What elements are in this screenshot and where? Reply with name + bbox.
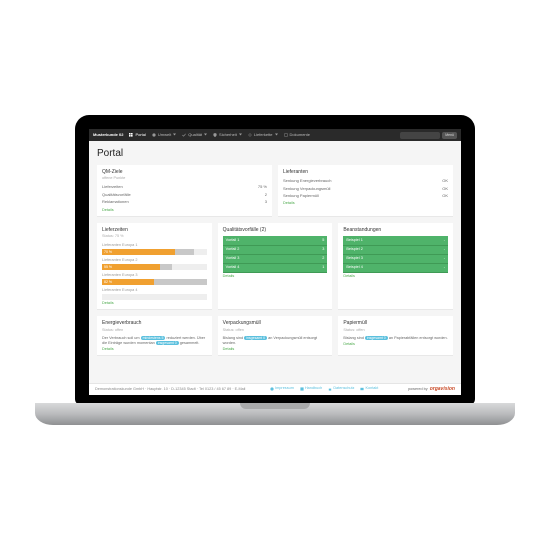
chevron-down-icon xyxy=(173,133,176,136)
footer-link[interactable]: Impressum xyxy=(270,386,294,391)
brand: Musterkunde 02 xyxy=(93,132,123,137)
panel-title: Lieferzeiten xyxy=(102,227,207,234)
chevron-down-icon xyxy=(239,133,242,136)
file-icon xyxy=(284,133,288,137)
value-badge: mindestens 5 xyxy=(141,336,166,340)
complaint-table: Beispiel 1- Beispiel 2- Beispiel 3- Beis… xyxy=(343,236,448,273)
kv-row: Qualitätsvorfälle2 xyxy=(102,192,267,197)
nav-item-qualitaet[interactable]: Qualität xyxy=(182,132,207,137)
panel-title: Beanstandungen xyxy=(343,227,448,234)
kv-row: Senkung PapiermüllOK xyxy=(283,193,448,198)
footer-link[interactable]: Datenschutz xyxy=(328,386,354,391)
vendor-logo: orgavision xyxy=(430,386,455,393)
panel-subtitle: Status: offen xyxy=(102,328,207,333)
details-link[interactable]: Details xyxy=(283,201,295,205)
footer-link[interactable]: Kontakt xyxy=(360,386,378,391)
panel-papier: Papiermüll Status: offen Bislang sind in… xyxy=(338,316,453,356)
footer-link[interactable]: Handbuch xyxy=(300,386,322,391)
panel-verpackung: Verpackungsmüll Status: offen Bislang si… xyxy=(218,316,333,356)
company-info: Demonstrationskunde GmbH · Hauptstr. 10 … xyxy=(95,387,245,391)
issue-table: Vorfall 15 Vorfall 23 Vorfall 32 Vorfall… xyxy=(223,236,328,273)
nav-item-sicherheit[interactable]: Sicherheit xyxy=(213,132,242,137)
panel-qualitaetsvorfaelle: Qualitätsvorfälle (2) Vorfall 15 Vorfall… xyxy=(218,223,333,311)
progress-bar: 70 % xyxy=(102,249,207,255)
panel-title: Qualitätsvorfälle (2) xyxy=(223,227,328,234)
search-input[interactable] xyxy=(400,132,440,139)
panel-body: Der Verbrauch soll um mindestens 5 reduz… xyxy=(102,336,207,346)
panel-title: Verpackungsmüll xyxy=(223,320,328,327)
progress-bar xyxy=(102,294,207,300)
details-link[interactable]: Details xyxy=(102,301,114,305)
details-link[interactable]: Details xyxy=(343,274,355,278)
kv-row: Senkung EnergieverbrauchOK xyxy=(283,178,448,183)
details-link[interactable]: Details xyxy=(343,342,355,346)
nav-item-lieferkette[interactable]: Lieferkette xyxy=(248,132,278,137)
page-title: Portal xyxy=(97,147,453,161)
value-badge: insgesamt 0 xyxy=(244,336,267,340)
panel-body: Bislang sind insgesamt 0 an Verpackungsm… xyxy=(223,336,328,346)
nav-item-umwelt[interactable]: Umwelt xyxy=(152,132,176,137)
panel-energie: Energieverbrauch Status: offen Der Verbr… xyxy=(97,316,212,356)
panel-qm-ziele: QM-Ziele offene Punkte Lieferzeiten75 % … xyxy=(97,165,272,217)
details-link[interactable]: Details xyxy=(102,347,114,351)
powered-by-text: powered by xyxy=(408,387,428,392)
chevron-down-icon xyxy=(275,133,278,136)
mail-icon xyxy=(360,387,364,391)
panel-lieferanten: Lieferanten Senkung EnergieverbrauchOK S… xyxy=(278,165,453,217)
panel-subtitle: Status: 75 % xyxy=(102,234,207,239)
top-navbar: Musterkunde 02 Portal Umwelt Qualität xyxy=(89,129,461,141)
progress-bar: 55 % xyxy=(102,264,207,270)
panel-title: Energieverbrauch xyxy=(102,320,207,327)
details-link[interactable]: Details xyxy=(223,274,235,278)
kv-row: Lieferzeiten75 % xyxy=(102,184,267,189)
panel-subtitle: Status: offen xyxy=(343,328,448,333)
shield-icon xyxy=(213,133,217,137)
panel-subtitle: offene Punkte xyxy=(102,176,267,181)
menu-button[interactable]: Menü xyxy=(442,132,457,139)
panel-title: Papiermüll xyxy=(343,320,448,327)
page-footer: Demonstrationskunde GmbH · Hauptstr. 10 … xyxy=(89,383,461,395)
kv-row: Senkung VerpackungsmüllOK xyxy=(283,186,448,191)
panel-beanstandungen: Beanstandungen Beispiel 1- Beispiel 2- B… xyxy=(338,223,453,311)
nav-item-dokumente[interactable]: Dokumente xyxy=(284,132,310,137)
nav-item-portal[interactable]: Portal xyxy=(129,132,145,137)
panel-subtitle: Status: offen xyxy=(223,328,328,333)
info-icon xyxy=(270,387,274,391)
value-badge: insgesamt 0 xyxy=(365,336,388,340)
check-icon xyxy=(182,133,186,137)
lock-icon xyxy=(328,387,332,391)
details-link[interactable]: Details xyxy=(223,347,235,351)
details-link[interactable]: Details xyxy=(102,208,114,212)
panel-body: Bislang sind insgesamt 0 an Papierabfäll… xyxy=(343,336,448,341)
cog-icon xyxy=(248,133,252,137)
chevron-down-icon xyxy=(204,133,207,136)
value-badge: insgesamt 0 xyxy=(156,341,179,345)
panel-title: QM-Ziele xyxy=(102,169,267,176)
progress-bar: 82 % xyxy=(102,279,207,285)
leaf-icon xyxy=(152,133,156,137)
panel-lieferzeiten: Lieferzeiten Status: 75 % Lieferanten Eu… xyxy=(97,223,212,311)
th-icon xyxy=(129,133,133,137)
panel-title: Lieferanten xyxy=(283,169,448,176)
book-icon xyxy=(300,387,304,391)
kv-row: Reklamationen3 xyxy=(102,199,267,204)
